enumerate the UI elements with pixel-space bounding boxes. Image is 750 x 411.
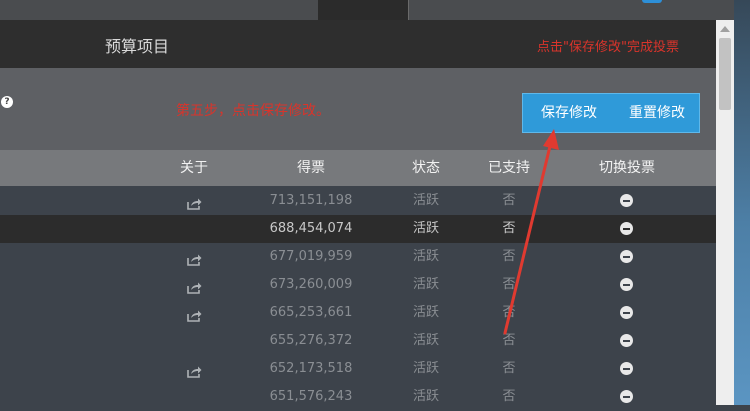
- votes-cell: 652,173,518: [269, 361, 353, 376]
- column-header-votes: 得票: [297, 160, 325, 176]
- column-header-about: 关于: [180, 160, 208, 176]
- supported-cell: 否: [502, 389, 516, 404]
- status-cell: 活跃: [412, 389, 439, 404]
- status-cell: 活跃: [412, 361, 439, 376]
- scroll-up-arrow-icon[interactable]: [720, 26, 730, 32]
- table-row[interactable]: 651,576,243 活跃 否: [0, 383, 716, 411]
- table-header: 关于 得票 状态 已支持 切换投票: [0, 150, 716, 186]
- status-cell: 活跃: [412, 249, 439, 264]
- table-row[interactable]: 673,260,009 活跃 否: [0, 271, 716, 299]
- action-button-group: 保存修改 重置修改: [522, 93, 700, 133]
- share-icon[interactable]: [187, 279, 202, 298]
- question-circle-icon[interactable]: ?: [1, 96, 13, 108]
- table-row[interactable]: 655,276,372 活跃 否: [0, 327, 716, 355]
- minus-circle-icon[interactable]: [620, 306, 633, 319]
- reset-changes-button[interactable]: 重置修改: [619, 94, 695, 132]
- scrollbar-thumb[interactable]: [719, 38, 731, 110]
- column-header-toggle-vote: 切换投票: [599, 160, 655, 176]
- share-icon[interactable]: [187, 307, 202, 326]
- desktop-background: [734, 0, 750, 405]
- supported-cell: 否: [502, 193, 516, 208]
- column-header-status: 状态: [412, 160, 440, 176]
- votes-cell: 651,576,243: [269, 389, 353, 404]
- minus-circle-icon[interactable]: [620, 278, 633, 291]
- supported-cell: 否: [502, 333, 516, 348]
- minus-circle-icon[interactable]: [620, 390, 633, 403]
- page-header: 预算项目 点击"保存修改"完成投票: [0, 20, 716, 68]
- supported-cell: 否: [502, 249, 516, 264]
- minus-circle-icon[interactable]: [620, 362, 633, 375]
- tab-indicator: [642, 0, 662, 3]
- votes-cell: 688,454,074: [269, 221, 353, 236]
- minus-circle-icon[interactable]: [620, 250, 633, 263]
- votes-cell: 677,019,959: [269, 249, 353, 264]
- share-icon[interactable]: [187, 363, 202, 382]
- supported-cell: 否: [502, 277, 516, 292]
- share-icon[interactable]: [187, 251, 202, 270]
- supported-cell: 否: [502, 305, 516, 320]
- votes-cell: 673,260,009: [269, 277, 353, 292]
- votes-cell: 655,276,372: [269, 333, 353, 348]
- status-cell: 活跃: [412, 221, 439, 236]
- supported-cell: 否: [502, 221, 516, 236]
- minus-circle-icon[interactable]: [620, 222, 633, 235]
- save-changes-button[interactable]: 保存修改: [531, 94, 607, 132]
- vertical-scrollbar[interactable]: [716, 20, 734, 405]
- tab-divider: [408, 0, 409, 20]
- minus-circle-icon[interactable]: [620, 194, 633, 207]
- top-tab-strip: [0, 0, 750, 20]
- status-cell: 活跃: [412, 333, 439, 348]
- table-row[interactable]: 677,019,959 活跃 否: [0, 243, 716, 271]
- page-title: 预算项目: [105, 37, 170, 56]
- instruction-annotation: 点击"保存修改"完成投票: [537, 40, 679, 55]
- supported-cell: 否: [502, 361, 516, 376]
- table-row[interactable]: 688,454,074 活跃 否: [0, 215, 716, 243]
- active-tab[interactable]: [318, 0, 408, 20]
- status-cell: 活跃: [412, 193, 439, 208]
- votes-cell: 713,151,198: [269, 193, 353, 208]
- step-instruction: 第五步，点击保存修改。: [176, 103, 330, 119]
- minus-circle-icon[interactable]: [620, 334, 633, 347]
- table-row[interactable]: 713,151,198 活跃 否: [0, 187, 716, 215]
- status-cell: 活跃: [412, 305, 439, 320]
- share-icon[interactable]: [187, 195, 202, 214]
- table-row[interactable]: 652,173,518 活跃 否: [0, 355, 716, 383]
- table-row[interactable]: 665,253,661 活跃 否: [0, 299, 716, 327]
- column-header-supported: 已支持: [488, 160, 530, 176]
- votes-cell: 665,253,661: [269, 305, 353, 320]
- status-cell: 活跃: [412, 277, 439, 292]
